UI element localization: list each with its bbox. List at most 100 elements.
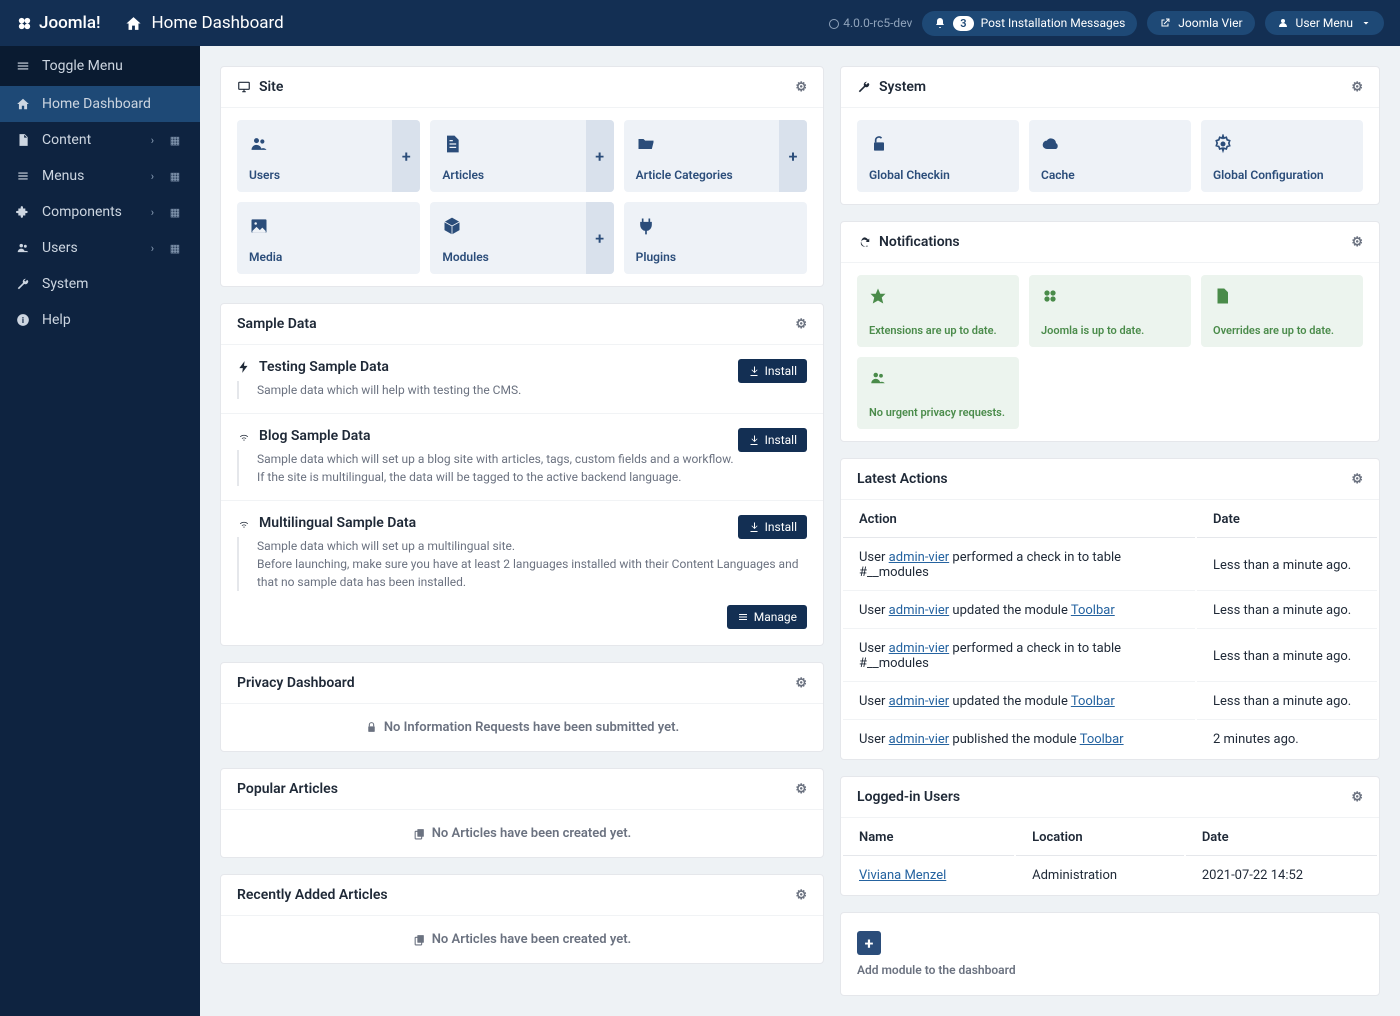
user-link[interactable]: admin-vier <box>889 694 950 709</box>
col-date: Date <box>1186 820 1377 856</box>
dashboard-grid-icon[interactable]: ▦ <box>166 170 184 183</box>
add-user-button[interactable]: + <box>392 120 420 192</box>
quicklink-config[interactable]: Global Configuration <box>1201 120 1363 192</box>
module-link[interactable]: Toolbar <box>1071 603 1115 618</box>
chevron-right-icon: › <box>151 170 154 183</box>
user-menu-button[interactable]: User Menu <box>1265 11 1384 35</box>
quicklink-checkin[interactable]: Global Checkin <box>857 120 1019 192</box>
joomla-small-icon <box>828 18 840 30</box>
lock-icon <box>365 721 378 734</box>
sidebar-item-system[interactable]: System <box>0 266 200 302</box>
file-icon <box>16 133 30 147</box>
sidebar: Toggle Menu Home Dashboard Content › ▦ M… <box>0 46 200 1016</box>
add-module-button[interactable]: + <box>586 202 614 274</box>
install-button[interactable]: Install <box>738 359 807 383</box>
gear-icon[interactable]: ⚙ <box>1351 472 1363 487</box>
action-cell: User admin-vier updated the module Toolb… <box>843 593 1195 629</box>
desktop-icon <box>237 80 251 94</box>
add-module-card[interactable]: + Add module to the dashboard <box>840 912 1380 996</box>
table-row: User admin-vier performed a check in to … <box>843 540 1377 591</box>
dashboard-grid-icon[interactable]: ▦ <box>166 242 184 255</box>
col-location: Location <box>1016 820 1184 856</box>
user-link[interactable]: admin-vier <box>889 603 950 618</box>
brand[interactable]: Joomla! <box>16 13 101 33</box>
gear-icon[interactable]: ⚙ <box>795 317 807 332</box>
gear-icon[interactable]: ⚙ <box>1351 790 1363 805</box>
col-action: Action <box>843 502 1195 538</box>
wifi-icon <box>237 429 251 443</box>
gear-icon[interactable]: ⚙ <box>795 888 807 903</box>
col-date: Date <box>1197 502 1377 538</box>
action-cell: User admin-vier performed a check in to … <box>843 631 1195 682</box>
quicklink-plugins[interactable]: Plugins <box>624 202 807 274</box>
notif-joomla[interactable]: Joomla is up to date. <box>1029 275 1191 347</box>
quicklink-users[interactable]: Users + <box>237 120 420 192</box>
gear-icon[interactable]: ⚙ <box>795 782 807 797</box>
sample-item: Testing Sample DataSample data which wil… <box>221 345 823 414</box>
external-link-icon <box>1159 17 1171 29</box>
gear-icon[interactable]: ⚙ <box>1351 235 1363 250</box>
sidebar-item-menus[interactable]: Menus › ▦ <box>0 158 200 194</box>
wifi-icon <box>237 516 251 530</box>
gear-icon <box>1213 134 1233 154</box>
date-cell: Less than a minute ago. <box>1197 593 1377 629</box>
site-panel-title: Site <box>259 79 283 95</box>
module-link[interactable]: Toolbar <box>1080 732 1124 747</box>
notif-privacy[interactable]: No urgent privacy requests. <box>857 357 1019 429</box>
add-article-button[interactable]: + <box>586 120 614 192</box>
notif-extensions[interactable]: Extensions are up to date. <box>857 275 1019 347</box>
quicklink-modules[interactable]: Modules + <box>430 202 613 274</box>
sidebar-item-content[interactable]: Content › ▦ <box>0 122 200 158</box>
manage-button[interactable]: Manage <box>727 605 807 629</box>
cube-icon <box>442 216 462 236</box>
download-icon <box>748 434 760 446</box>
brand-text: Joomla! <box>39 13 101 33</box>
quicklink-categories[interactable]: Article Categories + <box>624 120 807 192</box>
joomla-logo-icon <box>16 15 33 32</box>
table-row: User admin-vier updated the module Toolb… <box>843 593 1377 629</box>
date-cell: Less than a minute ago. <box>1197 540 1377 591</box>
sample-data-title: Sample Data <box>237 316 317 332</box>
dashboard-grid-icon[interactable]: ▦ <box>166 134 184 147</box>
copy-icon <box>413 933 426 946</box>
gear-icon[interactable]: ⚙ <box>795 676 807 691</box>
sidebar-item-components[interactable]: Components › ▦ <box>0 194 200 230</box>
sidebar-toggle[interactable]: Toggle Menu <box>0 46 200 86</box>
gear-icon[interactable]: ⚙ <box>795 80 807 95</box>
topbar-right: 4.0.0-rc5-dev 3 Post Installation Messag… <box>828 11 1384 36</box>
user-location: Administration <box>1016 858 1184 893</box>
user-link[interactable]: Viviana Menzel <box>859 868 946 883</box>
sidebar-item-home[interactable]: Home Dashboard <box>0 86 200 122</box>
site-frontend-button[interactable]: Joomla Vier <box>1147 11 1254 35</box>
site-panel: Site ⚙ Users + Articles + <box>220 66 824 287</box>
joomla-icon <box>1041 287 1059 305</box>
dashboard-grid-icon[interactable]: ▦ <box>166 206 184 219</box>
install-button[interactable]: Install <box>738 428 807 452</box>
main-content: Site ⚙ Users + Articles + <box>200 46 1400 1016</box>
version-label: 4.0.0-rc5-dev <box>828 16 912 30</box>
sidebar-item-help[interactable]: i Help <box>0 302 200 338</box>
quicklink-articles[interactable]: Articles + <box>430 120 613 192</box>
page-title-area: Home Dashboard <box>125 13 284 33</box>
add-module-label: Add module to the dashboard <box>857 963 1363 977</box>
chevron-right-icon: › <box>151 242 154 255</box>
install-button[interactable]: Install <box>738 515 807 539</box>
user-link[interactable]: admin-vier <box>889 641 950 656</box>
popular-title: Popular Articles <box>237 781 338 797</box>
recent-panel: Recently Added Articles ⚙ No Articles ha… <box>220 874 824 964</box>
unlock-icon <box>869 134 889 154</box>
action-cell: User admin-vier updated the module Toolb… <box>843 684 1195 720</box>
puzzle-icon <box>16 205 30 219</box>
sidebar-item-users[interactable]: Users › ▦ <box>0 230 200 266</box>
date-cell: 2 minutes ago. <box>1197 722 1377 757</box>
post-install-messages-button[interactable]: 3 Post Installation Messages <box>922 11 1137 36</box>
user-link[interactable]: admin-vier <box>889 550 950 565</box>
user-link[interactable]: admin-vier <box>889 732 950 747</box>
add-category-button[interactable]: + <box>779 120 807 192</box>
quicklink-media[interactable]: Media <box>237 202 420 274</box>
gear-icon[interactable]: ⚙ <box>1351 80 1363 95</box>
module-link[interactable]: Toolbar <box>1071 694 1115 709</box>
users-icon <box>869 369 887 387</box>
quicklink-cache[interactable]: Cache <box>1029 120 1191 192</box>
notif-overrides[interactable]: Overrides are up to date. <box>1201 275 1363 347</box>
